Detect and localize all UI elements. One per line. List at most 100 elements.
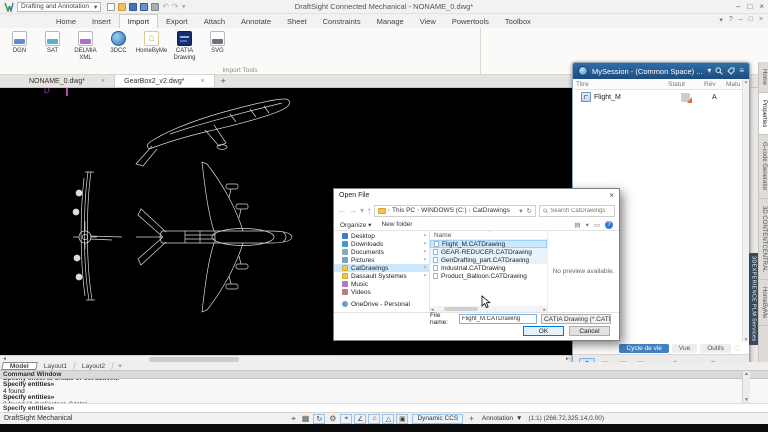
favorite-heart-icon[interactable]: ♡ [734,344,741,353]
minimize-button[interactable]: – [736,2,740,12]
scroll-up-icon[interactable]: ▲ [744,79,748,84]
panel-vertical-scrollbar[interactable]: ▲▼ [742,79,749,342]
file-row-industrial[interactable]: Industrial.CATDrawing [430,264,547,272]
close-tab-icon[interactable]: × [101,78,105,85]
annotation-scale-dropdown[interactable]: Annotation ▼ [482,415,523,422]
new-tab-button[interactable]: + [215,75,232,87]
dialog-close-icon[interactable]: × [609,191,614,200]
print-icon[interactable] [151,3,159,11]
collapse-panel-icon[interactable]: ▾ [707,66,711,76]
side-tab-gcode-generator[interactable]: G-code Generator [759,135,768,198]
command-scrollbar[interactable]: ▲▼ [742,371,750,403]
scrollbar-thumb[interactable] [149,357,239,362]
tree-item-videos[interactable]: Videos [334,288,429,296]
help-icon[interactable]: ? [605,221,613,229]
doc-tab-gearbox[interactable]: GearBox2_v2.dwg* × [115,75,214,87]
col-matu[interactable]: Matu... [723,81,741,88]
command-window-header[interactable]: Command Window [0,371,768,379]
new-file-icon[interactable] [107,3,115,11]
scroll-right-icon[interactable]: ► [543,307,547,312]
ribbon-tab-constraints[interactable]: Constraints [315,15,369,28]
help-icon[interactable]: ? [729,16,733,24]
up-icon[interactable]: ↑ [367,206,371,215]
organize-button[interactable]: Organize ▾ [340,221,371,229]
ribbon-tab-annotate[interactable]: Annotate [233,15,279,28]
dynamic-ccs-button[interactable]: Dynamic CCS [412,414,463,424]
search-box[interactable] [539,205,615,217]
tab-cycle-de-vie[interactable]: Cycle de vie [619,344,668,353]
esnap-toggle-icon[interactable]: ⌖ [340,414,352,424]
ribbon-tab-import[interactable]: Import [119,14,158,28]
file-list-header[interactable]: Name ˆ [430,231,547,240]
add-workspace-icon[interactable]: + [467,414,476,423]
tab-vue[interactable]: Vue [672,344,697,353]
ribbon-tab-home[interactable]: Home [48,15,84,28]
tag-icon[interactable] [727,67,735,75]
mysession-header[interactable]: MySession - (Common Space) ... ▾ ≡ [573,63,749,79]
refresh-icon[interactable]: ↻ [527,207,532,215]
tree-item-desktop[interactable]: Desktop✦ [334,232,429,240]
search-input[interactable] [550,208,611,214]
customize-qat-icon[interactable]: ▾ [182,3,186,11]
close-button[interactable]: × [759,2,764,12]
cancel-button[interactable]: Cancel [569,326,610,336]
col-titre[interactable]: Titre [573,81,665,88]
refresh-toggle-icon[interactable]: ↻ [313,414,325,424]
scroll-down-icon[interactable]: ▼ [744,337,748,342]
gear-icon[interactable]: ⚙ [327,414,338,423]
ribbon-tab-manage[interactable]: Manage [369,15,412,28]
open-file-icon[interactable] [118,3,126,11]
breadcrumb-drive[interactable]: WINDOWS (C:) [421,207,467,214]
scroll-up-icon[interactable]: ▲ [744,371,749,377]
filetype-dropdown[interactable]: CATIA Drawing (*.CATDrawing) ▾ [541,314,611,324]
tab-3dexperience-plm[interactable]: 3DEXPERIENCE PLM Services [749,253,758,345]
close-tab-icon[interactable]: × [200,78,204,85]
new-folder-button[interactable]: New folder [381,221,412,228]
name-column-header[interactable]: Name [434,232,451,239]
tree-item-pictures[interactable]: Pictures✦ [334,256,429,264]
panel-menu-icon[interactable]: ≡ [739,66,744,76]
file-row-gendrafting-part[interactable]: GenDrafting_part.CATDrawing [430,256,547,264]
tab-outils[interactable]: Outils [700,344,731,353]
ribbon-pin-icon[interactable]: ▾ [719,16,723,24]
sheet-tab-model[interactable]: Model [1,362,37,370]
scroll-down-icon[interactable]: ▼ [744,397,749,403]
scroll-left-icon[interactable]: ◄ [430,307,434,312]
history-dropdown-icon[interactable]: ▾ [360,206,364,215]
lineweight-toggle-icon[interactable]: ▣ [396,414,408,424]
view-dropdown-icon[interactable]: ▾ [586,221,589,229]
ribbon-tab-export[interactable]: Export [158,15,196,28]
preview-pane-icon[interactable]: ▭ [594,221,600,229]
tree-item-catdrawings[interactable]: CatDrawings✦ [334,264,429,272]
dialog-title-bar[interactable]: Open File × [334,189,619,202]
breadcrumb-folder[interactable]: CatDrawings [473,207,510,214]
ribbon-tab-insert[interactable]: Insert [84,15,119,28]
ribbon-tab-sheet[interactable]: Sheet [279,15,315,28]
filename-input[interactable] [459,314,537,324]
file-row-gear-reducer[interactable]: GEAR-REDUCER.CATDrawing [430,248,547,256]
save-icon[interactable] [129,3,137,11]
add-sheet-button[interactable]: + [113,362,127,370]
view-list-icon[interactable]: ▤ [574,221,580,229]
side-tab-home[interactable]: Home [759,62,768,93]
ribbon-tab-attach[interactable]: Attach [196,15,233,28]
sheet-tab-layout1[interactable]: Layout1 [36,362,76,370]
import-homebyme-button[interactable]: ⌂ HomeByMe [136,30,167,61]
maximize-button[interactable]: □ [747,2,752,12]
doc-close-icon[interactable]: × [759,16,763,24]
polar-toggle-icon[interactable]: △ [382,414,394,424]
import-delmia-xml-button[interactable]: DELMIA XML [70,30,101,61]
tree-item-downloads[interactable]: Downloads✦ [334,240,429,248]
import-catia-drawing-button[interactable]: CATIA Drawing [169,30,200,61]
canvas-horizontal-scrollbar[interactable]: ◄ ► [0,355,572,362]
tree-item-dassault-systemes[interactable]: Dassault Systemes✦ [334,272,429,280]
forward-icon[interactable]: → [349,206,357,215]
side-tab-homebyme[interactable]: HomeByMe [759,280,768,326]
back-icon[interactable]: ← [338,206,346,215]
ribbon-tab-toolbox[interactable]: Toolbox [497,15,539,28]
etrack-toggle-icon[interactable]: ∠ [354,414,366,424]
doc-minimize-icon[interactable]: – [739,16,743,24]
save-all-icon[interactable] [140,3,148,11]
side-tab-properties[interactable]: Properties [759,93,768,135]
command-input[interactable]: Specify entities» [0,403,768,412]
